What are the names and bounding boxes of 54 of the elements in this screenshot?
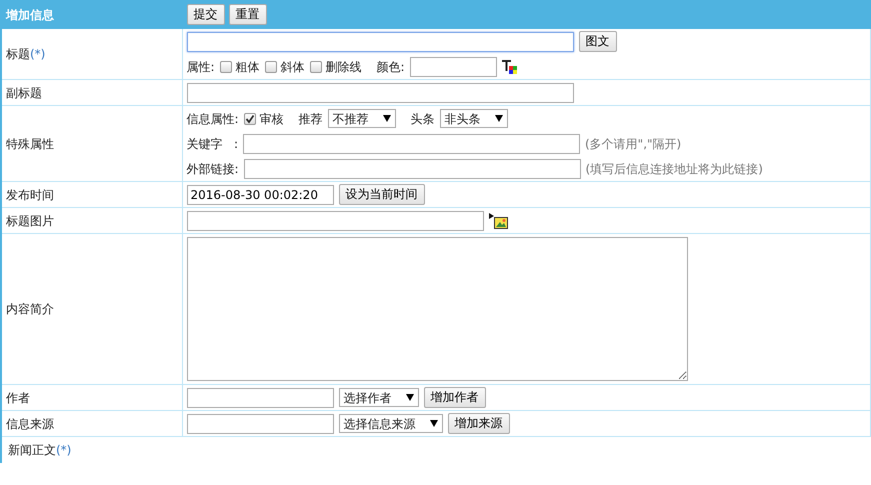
button[interactable]: 增加来源	[448, 413, 510, 434]
checkbox[interactable]	[264, 60, 277, 72]
button[interactable]: 图文	[578, 31, 616, 52]
dropdown[interactable]: 不推荐	[328, 109, 396, 128]
row-label: 副标题	[6, 86, 42, 100]
reset-button[interactable]: 重置	[228, 4, 266, 25]
field-label: 推荐	[298, 110, 323, 128]
dropdown[interactable]: 选择信息来源	[338, 414, 442, 433]
field-label: 信息属性:	[186, 110, 239, 128]
dropdown[interactable]: 选择作者	[338, 388, 418, 407]
submit-button[interactable]: 提交	[186, 4, 224, 25]
row-label: 信息来源	[6, 416, 54, 430]
input-field[interactable]	[244, 158, 581, 178]
input-field[interactable]	[186, 82, 574, 102]
button[interactable]: 设为当前时间	[338, 184, 424, 205]
image-picker-icon[interactable]	[488, 212, 508, 230]
input-field[interactable]	[186, 210, 484, 230]
section-label: 新闻正文	[8, 443, 56, 457]
row-label: 标题	[6, 47, 30, 61]
field-label: 头条	[410, 110, 435, 128]
row-label: 特殊属性	[6, 136, 54, 150]
field-label: 外部链接:	[186, 160, 239, 178]
color-picker-icon[interactable]	[502, 58, 519, 76]
hint-text: (填写后信息连接地址将为此链接)	[586, 160, 763, 178]
input-field[interactable]	[186, 32, 574, 52]
input-field[interactable]	[243, 134, 580, 154]
checkbox-label: 斜体	[280, 58, 305, 76]
input-field[interactable]	[186, 414, 334, 434]
checkbox[interactable]	[310, 60, 322, 72]
row-label: 作者	[6, 390, 30, 404]
input-field[interactable]: 2016-08-30 00:02:20	[186, 184, 334, 204]
caret-icon	[406, 394, 414, 401]
row-label: 发布时间	[6, 188, 54, 202]
checkbox[interactable]	[220, 60, 232, 72]
input-field[interactable]	[410, 56, 497, 76]
row-label: 内容简介	[6, 302, 54, 316]
hint-text: (多个请用","隔开)	[585, 136, 682, 152]
caret-icon	[494, 115, 503, 122]
panel-title: 增加信息	[6, 8, 54, 22]
checkbox-label: 审核	[260, 110, 284, 128]
field-label: 关键字 :	[186, 136, 238, 152]
caret-icon	[430, 420, 438, 427]
row-label: 标题图片	[6, 214, 54, 228]
checkbox-label: 删除线	[326, 58, 362, 76]
dropdown[interactable]: 非头条	[440, 109, 508, 128]
button[interactable]: 增加作者	[424, 387, 486, 408]
field-label: 颜色:	[376, 58, 405, 76]
checkbox-label: 粗体	[236, 58, 260, 76]
input-field[interactable]	[186, 388, 334, 408]
checkbox[interactable]	[244, 112, 256, 124]
field-label: 属性:	[186, 58, 215, 76]
required-mark: (*)	[30, 47, 46, 61]
required-mark: (*)	[56, 443, 72, 457]
caret-icon	[382, 115, 391, 122]
